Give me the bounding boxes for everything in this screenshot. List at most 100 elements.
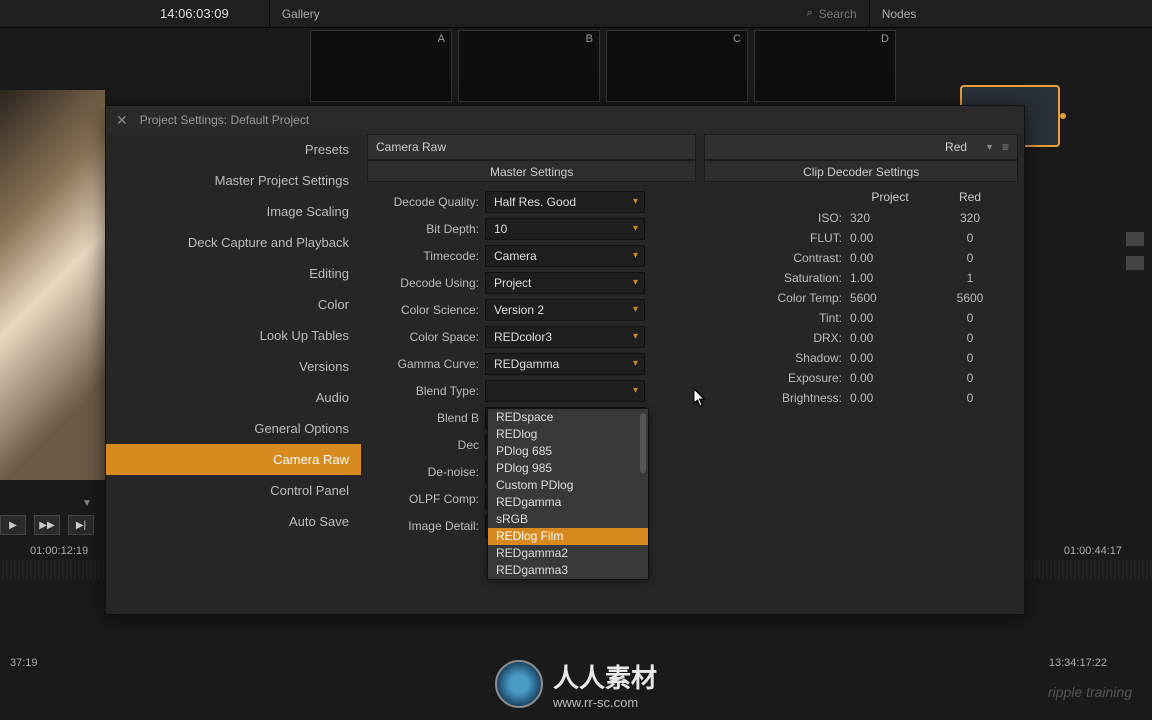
dropdown-item[interactable]: sRGB	[488, 511, 648, 528]
settings-sidebar: PresetsMaster Project SettingsImage Scal…	[106, 134, 361, 614]
sidebar-item-editing[interactable]: Editing	[106, 258, 361, 289]
next-clip-button[interactable]: ▶|	[68, 515, 94, 535]
clip-project-value: 0.00	[850, 251, 930, 265]
thumb-letter: A	[438, 33, 445, 45]
sidebar-item-master-project-settings[interactable]: Master Project Settings	[106, 165, 361, 196]
sidebar-item-audio[interactable]: Audio	[106, 382, 361, 413]
sidebar-item-image-scaling[interactable]: Image Scaling	[106, 196, 361, 227]
close-icon[interactable]: ✕	[116, 112, 128, 129]
search-placeholder: Search	[819, 7, 857, 21]
setting-row: Color Space:REDcolor3	[367, 323, 696, 350]
clip-label: Tint:	[712, 311, 850, 325]
ripple-watermark: ripple training	[1048, 684, 1132, 700]
playhead-marker-icon: ▼	[82, 498, 92, 509]
timecode-display: 14:06:03:09	[160, 6, 229, 21]
clip-project-value: 0.00	[850, 371, 930, 385]
setting-row: Color Science:Version 2	[367, 296, 696, 323]
setting-label: OLPF Comp:	[367, 492, 485, 506]
gamma-curve-dropdown-menu: REDspaceREDlogPDlog 685PDlog 985Custom P…	[487, 408, 649, 580]
sidebar-item-look-up-tables[interactable]: Look Up Tables	[106, 320, 361, 351]
play-button[interactable]: ▶	[0, 515, 26, 535]
clip-table-row: Contrast:0.000	[712, 248, 1010, 268]
panel-mode-select[interactable]: Red	[945, 140, 985, 154]
viewer-image	[0, 90, 105, 480]
gallery-section: Gallery ⌕ Search	[269, 0, 869, 27]
dropdown-item[interactable]: Custom PDlog	[488, 477, 648, 494]
clip-label: Saturation:	[712, 271, 850, 285]
dropdown-item[interactable]: REDgamma2	[488, 545, 648, 562]
setting-label: Gamma Curve:	[367, 357, 485, 371]
setting-label: Color Space:	[367, 330, 485, 344]
gallery-thumb[interactable]: D	[754, 30, 896, 102]
watermark-text: 人人素材	[553, 663, 657, 693]
dialog-title: Project Settings: Default Project	[140, 113, 309, 127]
dropdown-item[interactable]: REDgamma	[488, 494, 648, 511]
setting-dropdown[interactable]: Version 2	[485, 299, 645, 321]
panel-title: Camera Raw	[376, 140, 446, 154]
sidebar-item-camera-raw[interactable]: Camera Raw	[106, 444, 361, 475]
menu-icon[interactable]: ≡	[1002, 140, 1009, 154]
clip-project-value: 0.00	[850, 331, 930, 345]
clip-label: Brightness:	[712, 391, 850, 405]
panel-title-bar: Camera Raw	[367, 134, 696, 160]
clip-red-value: 1	[930, 271, 1010, 285]
sidebar-item-general-options[interactable]: General Options	[106, 413, 361, 444]
setting-dropdown[interactable]: Half Res. Good	[485, 191, 645, 213]
dropdown-item[interactable]: PDlog 985	[488, 460, 648, 477]
clip-table-row: Shadow:0.000	[712, 348, 1010, 368]
dropdown-item[interactable]: REDgamma3	[488, 562, 648, 579]
clip-project-value: 5600	[850, 291, 930, 305]
dropdown-scrollbar[interactable]	[640, 413, 646, 473]
clip-red-value: 0	[930, 251, 1010, 265]
setting-label: Blend Type:	[367, 384, 485, 398]
clip-label: ISO:	[712, 211, 850, 225]
gallery-thumb[interactable]: C	[606, 30, 748, 102]
sidebar-item-control-panel[interactable]: Control Panel	[106, 475, 361, 506]
timeline-tc-bottom-right: 13:34:17:22	[1049, 657, 1107, 669]
clip-red-value: 0	[930, 331, 1010, 345]
setting-dropdown[interactable]: REDgamma	[485, 353, 645, 375]
dropdown-item[interactable]: REDspace	[488, 409, 648, 426]
right-tool-icons	[1126, 232, 1144, 270]
setting-dropdown[interactable]: Project	[485, 272, 645, 294]
clip-red-value: 0	[930, 391, 1010, 405]
sidebar-item-deck-capture-and-playback[interactable]: Deck Capture and Playback	[106, 227, 361, 258]
gallery-thumb[interactable]: B	[458, 30, 600, 102]
setting-dropdown[interactable]	[485, 380, 645, 402]
setting-row: Decode Using:Project	[367, 269, 696, 296]
sidebar-item-presets[interactable]: Presets	[106, 134, 361, 165]
setting-label: Image Detail:	[367, 519, 485, 533]
clip-table-row: Exposure:0.000	[712, 368, 1010, 388]
fast-forward-button[interactable]: ▶▶	[34, 515, 60, 535]
setting-dropdown[interactable]: Camera	[485, 245, 645, 267]
gallery-thumb[interactable]: A	[310, 30, 452, 102]
sidebar-item-versions[interactable]: Versions	[106, 351, 361, 382]
nodes-label: Nodes	[882, 7, 917, 21]
setting-row: Decode Quality:Half Res. Good	[367, 188, 696, 215]
nodes-section: Nodes	[869, 0, 929, 27]
setting-dropdown[interactable]: 10	[485, 218, 645, 240]
col-red: Red	[930, 190, 1010, 204]
clip-red-value: 0	[930, 231, 1010, 245]
clip-project-value: 0.00	[850, 351, 930, 365]
dropdown-item[interactable]: PDlog 685	[488, 443, 648, 460]
clip-decoder-table: Project Red ISO:320320FLUT:0.000Contrast…	[704, 182, 1018, 412]
clip-red-value: 0	[930, 311, 1010, 325]
sidebar-item-color[interactable]: Color	[106, 289, 361, 320]
dropdown-item[interactable]: REDlog	[488, 426, 648, 443]
watermark: 人人素材 www.rr-sc.com	[495, 658, 657, 710]
top-bar: 14:06:03:09 Gallery ⌕ Search Nodes	[0, 0, 1152, 28]
search-box[interactable]: ⌕ Search	[806, 7, 856, 21]
master-settings-header: Master Settings	[367, 160, 696, 182]
setting-dropdown[interactable]: REDcolor3	[485, 326, 645, 348]
clip-red-value: 0	[930, 371, 1010, 385]
clip-red-value: 5600	[930, 291, 1010, 305]
timeline-tc-left: 01:00:12:19	[30, 545, 88, 557]
sidebar-item-auto-save[interactable]: Auto Save	[106, 506, 361, 537]
clip-label: FLUT:	[712, 231, 850, 245]
thumb-letter: B	[586, 33, 593, 45]
tool-icon[interactable]	[1126, 256, 1144, 270]
dropdown-item[interactable]: REDlog Film	[488, 528, 648, 545]
tool-icon[interactable]	[1126, 232, 1144, 246]
transport-controls: ▶ ▶▶ ▶|	[0, 515, 94, 535]
